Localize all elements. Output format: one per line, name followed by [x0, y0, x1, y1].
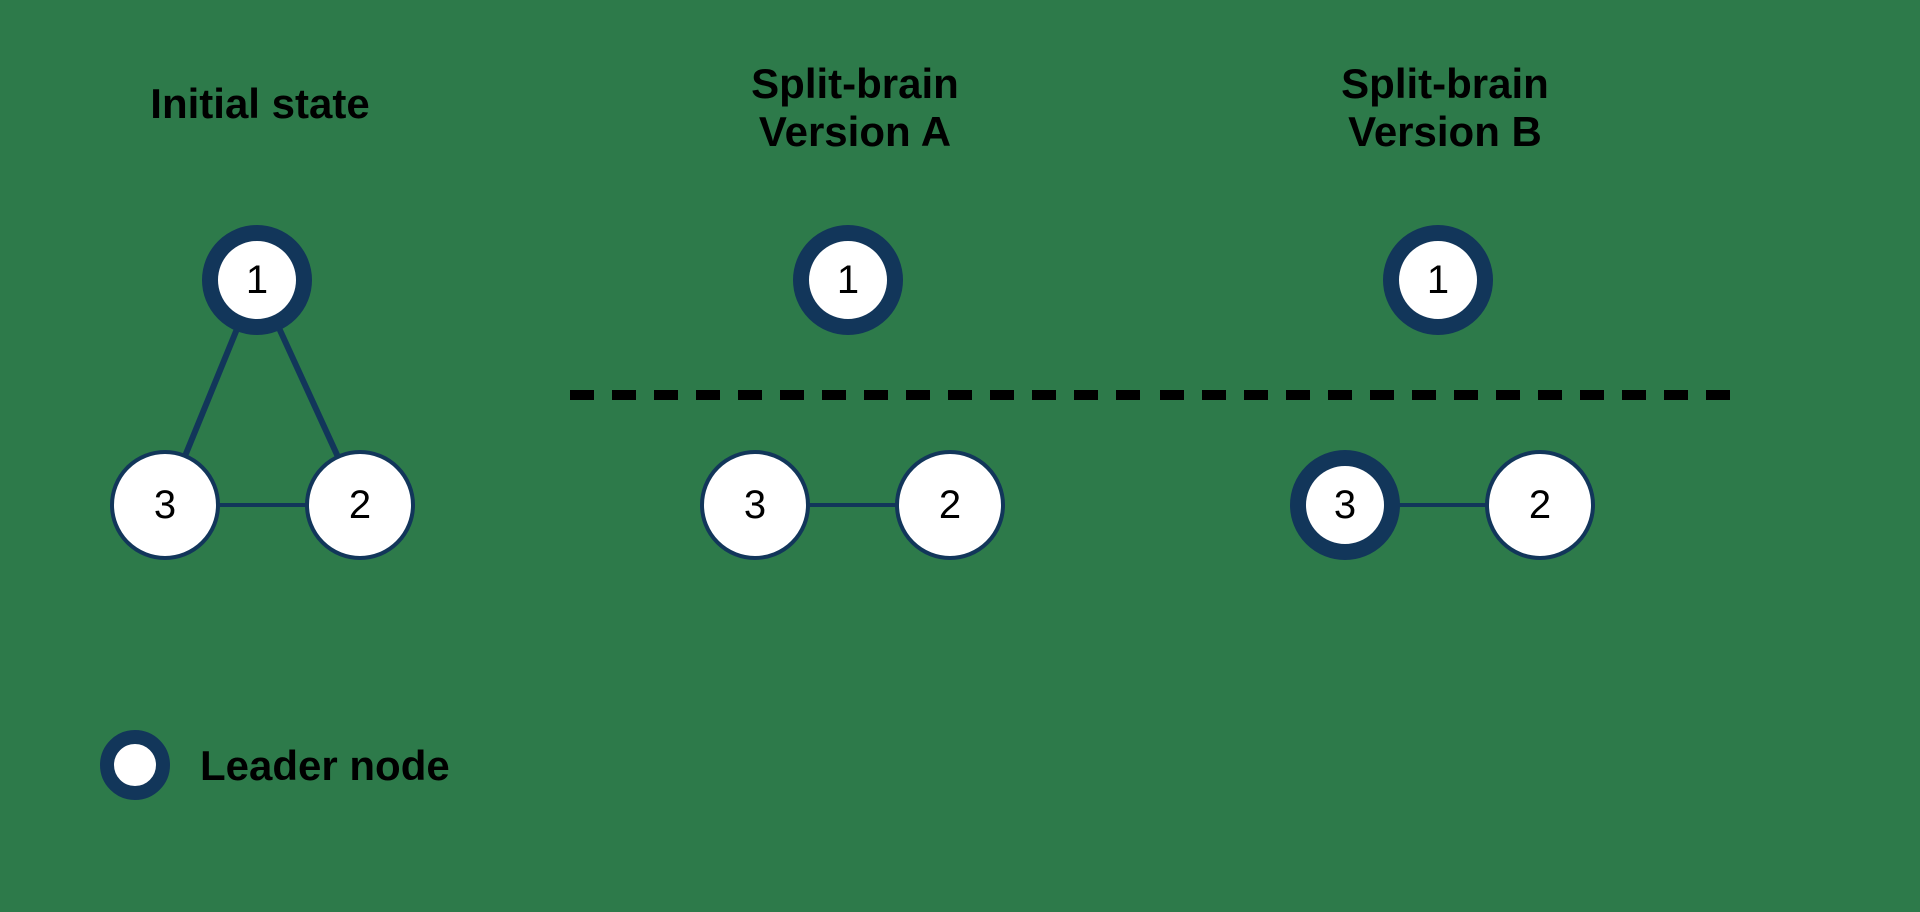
- node-initial-1: 1: [202, 225, 312, 335]
- title-initial: Initial state: [130, 80, 390, 128]
- node-a-1: 1: [793, 225, 903, 335]
- node-a-3: 3: [700, 450, 810, 560]
- node-b-3: 3: [1290, 450, 1400, 560]
- legend-leader-icon: [100, 730, 170, 800]
- diagram-stage: Initial state Split-brain Version A Spli…: [0, 0, 1920, 912]
- node-initial-3: 3: [110, 450, 220, 560]
- node-initial-2: 2: [305, 450, 415, 560]
- node-b-1: 1: [1383, 225, 1493, 335]
- title-version-a: Split-brain Version A: [720, 60, 990, 157]
- node-a-2: 2: [895, 450, 1005, 560]
- legend-leader-label: Leader node: [200, 742, 450, 790]
- title-version-b: Split-brain Version B: [1310, 60, 1580, 157]
- node-b-2: 2: [1485, 450, 1595, 560]
